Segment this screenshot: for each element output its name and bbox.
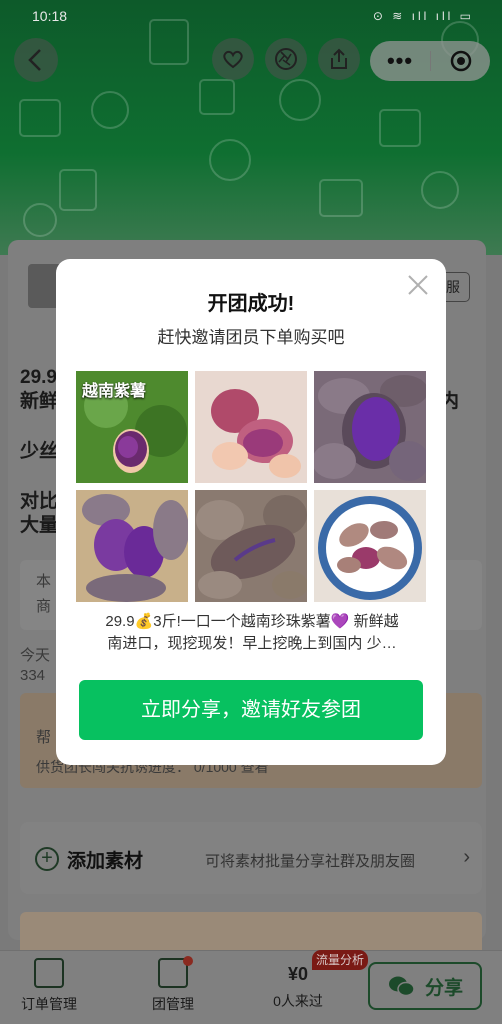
chevron-right-icon: › <box>463 846 470 868</box>
product-image-2[interactable] <box>195 371 307 483</box>
first-image-label: 越南紫薯 <box>82 383 147 400</box>
status-time: 10:18 <box>32 8 68 24</box>
more-button[interactable]: ••• <box>370 48 430 74</box>
stats-line1: 今天 <box>20 647 51 664</box>
add-material-title: 添加素材 <box>67 851 144 872</box>
product-image-grid: 越南紫薯 <box>76 371 427 603</box>
add-material-row[interactable]: + 添加素材 可将素材批量分享社群及朋友圈 › <box>20 822 482 894</box>
tab-order-label: 订单管理 <box>21 996 77 1012</box>
add-material-description: 可将素材批量分享社群及朋友圈 <box>205 853 416 870</box>
tab-group-management[interactable]: 团管理 <box>140 958 206 1014</box>
chevron-left-icon <box>28 49 41 71</box>
info-box-line2: 商 <box>36 598 52 615</box>
product-title-line1: 29.9 <box>20 367 57 388</box>
favorite-button[interactable] <box>212 38 254 80</box>
share-button-label: 分享 <box>424 977 463 999</box>
product-feature-line: 少丝 <box>20 441 59 462</box>
description-line1: 29.9💰3斤!一口一个越南珍珠紫薯💜 新鲜越 <box>105 613 399 630</box>
tab-group-label: 团管理 <box>152 996 194 1012</box>
product-compare-line2: 大量 <box>20 515 59 536</box>
notification-dot <box>183 956 193 966</box>
product-image-4[interactable] <box>76 490 188 602</box>
flow-analysis-badge[interactable]: 流量分析 <box>312 950 368 970</box>
heart-icon <box>223 50 243 69</box>
description-line2: 南进口，现挖现发！早上挖晚上到国内 少… <box>107 635 397 652</box>
miniapp-capsule: ••• <box>370 41 490 81</box>
product-image-5[interactable] <box>195 490 307 602</box>
hero-banner <box>0 0 502 255</box>
share-invite-button[interactable]: 立即分享，邀请好友参团 <box>79 680 423 740</box>
product-title-line2: 新鲜 <box>20 391 59 412</box>
product-description: 29.9💰3斤!一口一个越南珍珠紫薯💜 新鲜越 南进口，现挖现发！早上挖晚上到国… <box>76 611 428 655</box>
order-list-icon <box>34 958 64 988</box>
dialog-subtitle: 赶快邀请团员下单购买吧 <box>157 328 345 347</box>
close-miniapp-button[interactable] <box>431 49 490 73</box>
success-dialog: 开团成功! 赶快邀请团员下单购买吧 越南紫薯 29.9💰3斤!一口一个越南珍珠紫… <box>56 259 446 765</box>
share-button[interactable]: 分享 <box>368 962 482 1010</box>
product-image-3[interactable] <box>314 371 426 483</box>
target-icon <box>450 50 471 72</box>
aperture-icon <box>275 48 297 70</box>
visit-label: 0人来过 <box>273 993 323 1009</box>
product-image-1[interactable]: 越南紫薯 <box>76 371 188 483</box>
camera-button[interactable] <box>265 38 307 80</box>
share-out-icon <box>331 48 347 69</box>
hero-pattern <box>19 19 479 237</box>
product-compare-line1: 对比 <box>20 491 59 512</box>
product-image-strip <box>20 912 482 950</box>
status-bar: 10:18 ⊙ ≋ ıll ıll ▭ <box>0 0 502 32</box>
status-indicators: ⊙ ≋ ıll ıll ▭ <box>372 9 474 23</box>
help-text: 帮 <box>36 729 52 746</box>
info-box-line1: 本 <box>36 573 52 590</box>
tab-order-management[interactable]: 订单管理 <box>16 958 82 1014</box>
dialog-title: 开团成功! <box>207 293 295 315</box>
product-image-6[interactable] <box>314 490 426 602</box>
back-button[interactable] <box>14 38 58 82</box>
screen: 10:18 ⊙ ≋ ıll ıll ▭ ••• 服 29.9 新鲜 内 少丝 对… <box>0 0 502 1024</box>
plus-circle-icon: + <box>35 847 59 871</box>
wechat-icon <box>388 976 415 997</box>
export-button[interactable] <box>318 38 360 80</box>
stats-line2: 334 <box>20 667 46 684</box>
